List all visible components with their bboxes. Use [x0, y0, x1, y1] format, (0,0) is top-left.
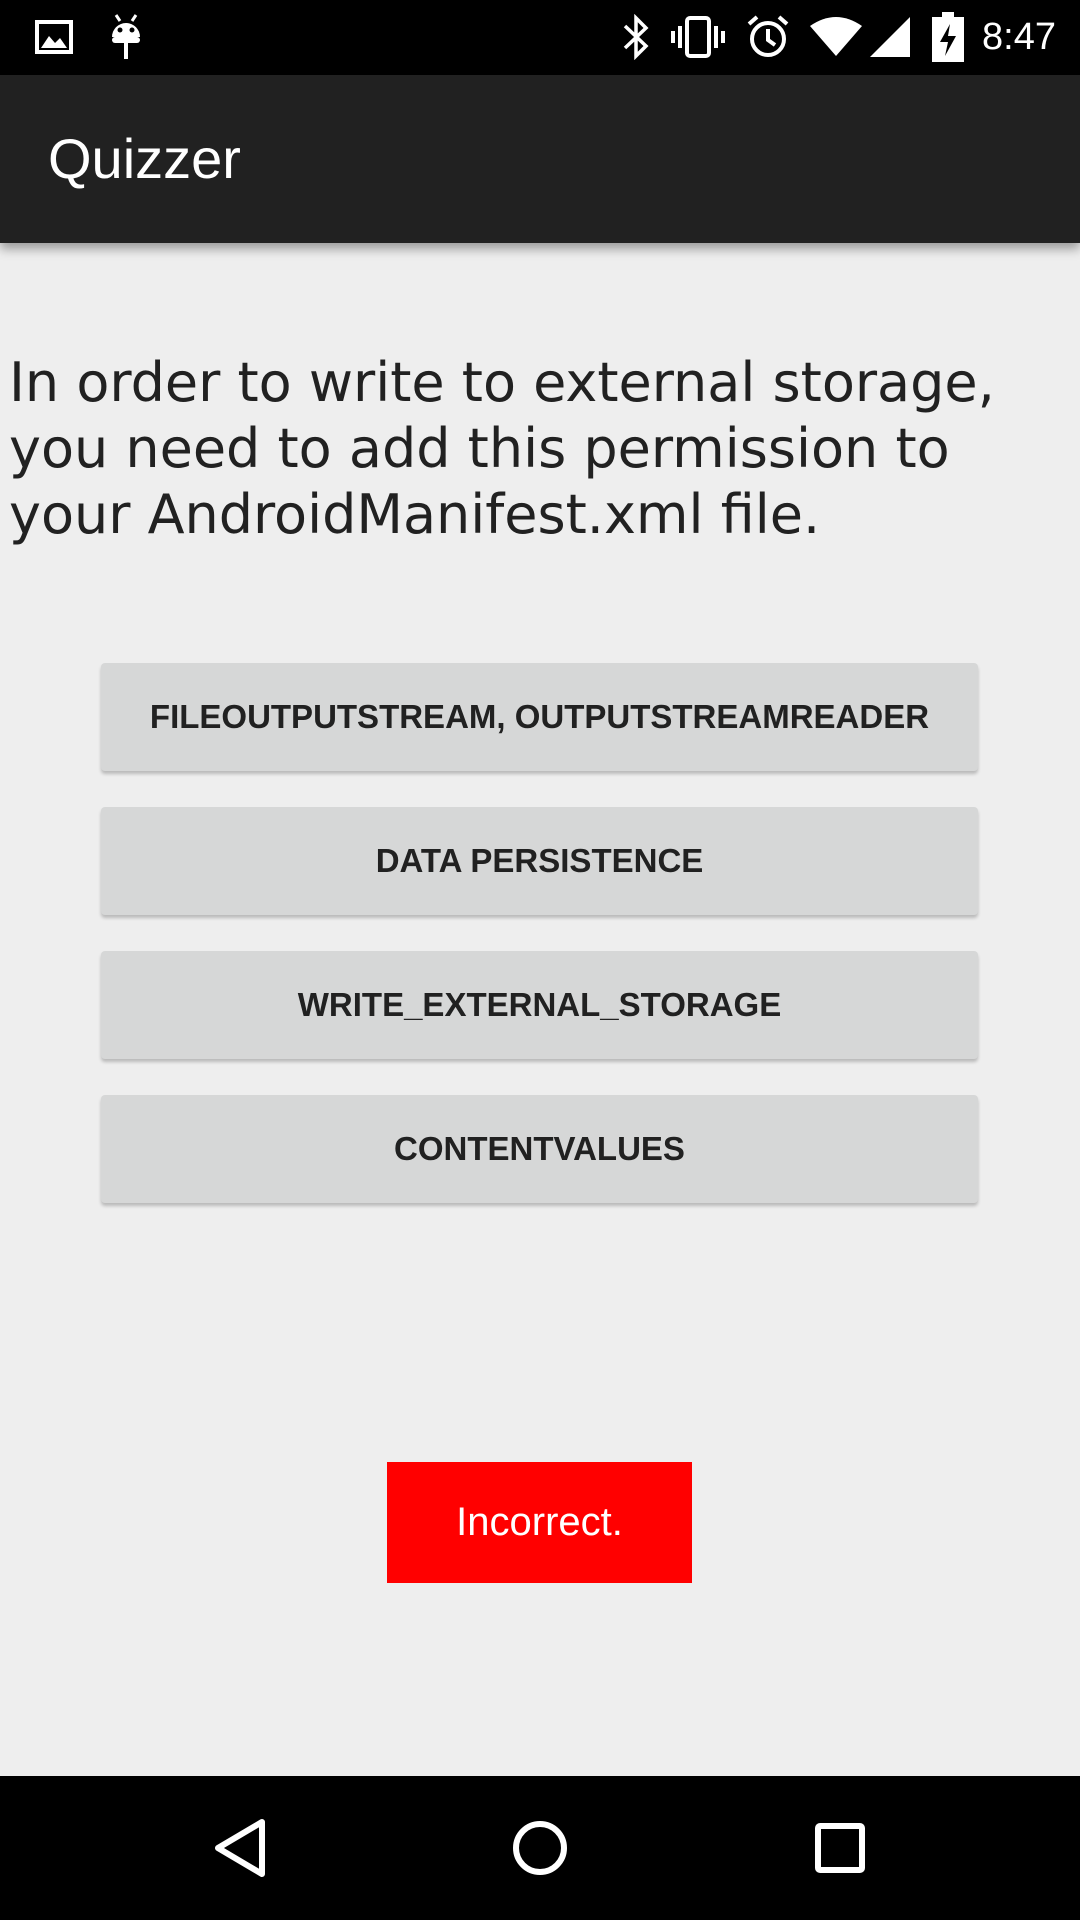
battery-charging-icon — [930, 12, 966, 62]
recents-icon[interactable] — [790, 1798, 890, 1898]
back-icon[interactable] — [190, 1798, 290, 1898]
home-icon[interactable] — [490, 1798, 590, 1898]
answer-button-1[interactable]: FILEOUTPUTSTREAM, OUTPUTSTREAMREADER — [101, 663, 978, 771]
result-badge: Incorrect. — [387, 1462, 692, 1583]
answer-list: FILEOUTPUTSTREAM, OUTPUTSTREAMREADER DAT… — [101, 663, 978, 1239]
wifi-icon — [808, 12, 864, 62]
answer-button-4[interactable]: CONTENTVALUES — [101, 1095, 978, 1203]
screen: 8:47 Quizzer In order to write to extern… — [0, 0, 1080, 1920]
bluetooth-icon — [618, 12, 654, 62]
cell-signal-icon — [868, 12, 912, 62]
app-bar: Quizzer — [0, 75, 1080, 243]
status-time: 8:47 — [982, 16, 1056, 58]
question-text: In order to write to external storage, y… — [9, 351, 995, 546]
answer-button-2[interactable]: DATA PERSISTENCE — [101, 807, 978, 915]
vibrate-icon — [670, 12, 726, 62]
android-debug-icon — [106, 12, 146, 62]
answer-button-3[interactable]: WRITE_EXTERNAL_STORAGE — [101, 951, 978, 1059]
image-icon — [34, 12, 74, 62]
nav-bar — [0, 1776, 1080, 1920]
app-title: Quizzer — [48, 127, 241, 190]
status-bar: 8:47 — [0, 0, 1080, 75]
alarm-icon — [745, 12, 791, 62]
